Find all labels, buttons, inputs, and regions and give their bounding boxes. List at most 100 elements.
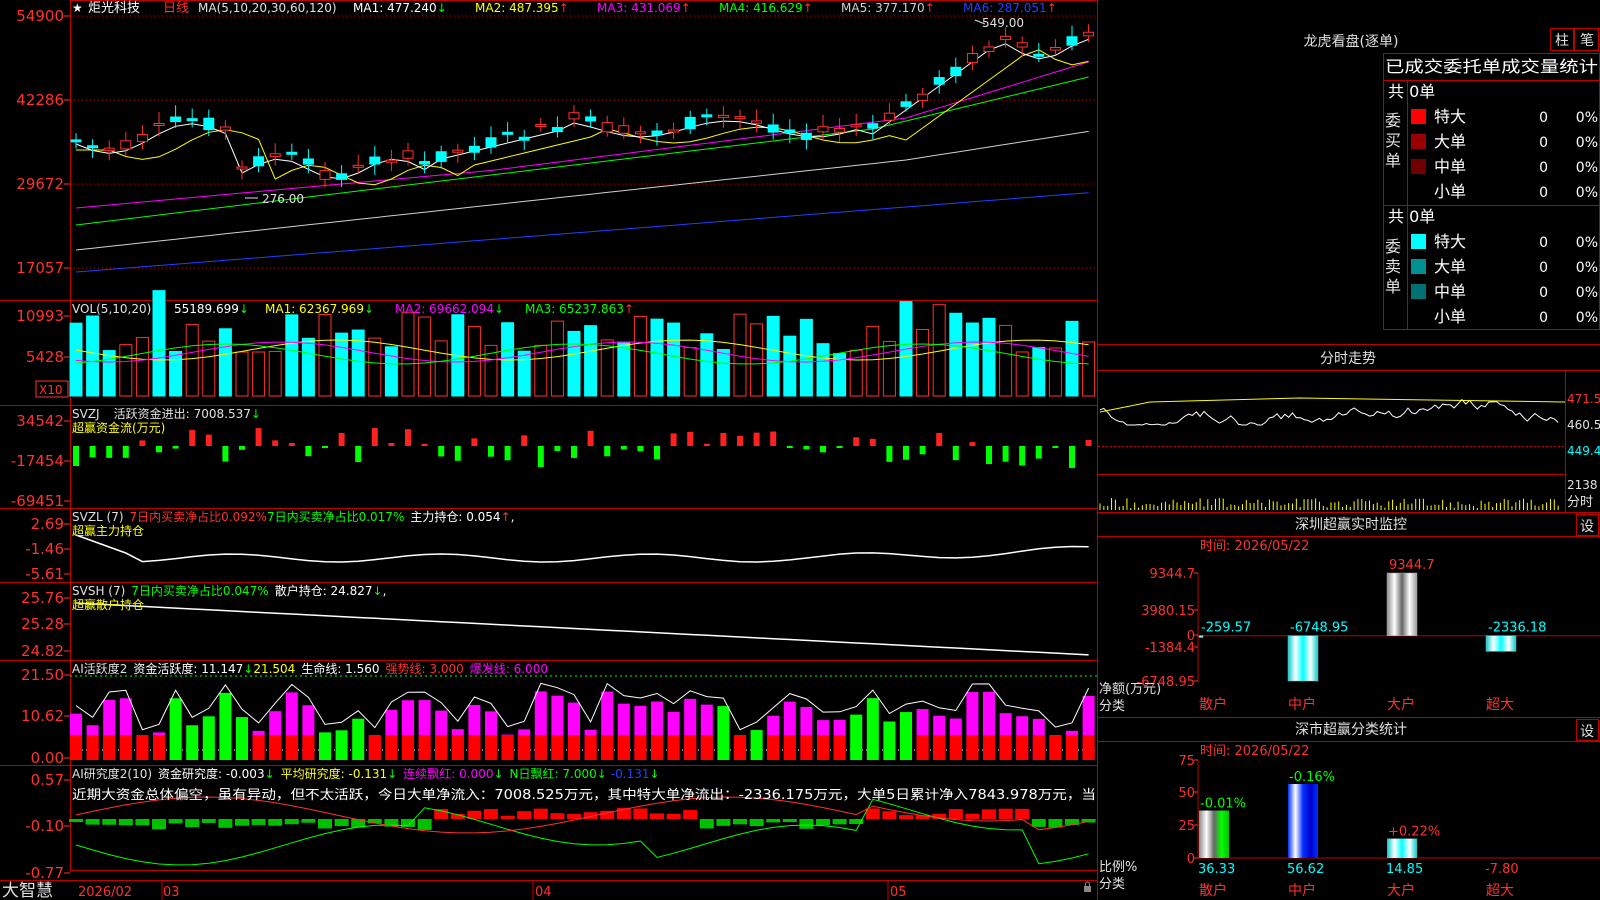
volume-bar (999, 324, 1013, 397)
flow-bar (670, 433, 677, 446)
activity-bar-base (651, 735, 663, 760)
candle (219, 126, 231, 131)
candle (850, 124, 862, 128)
activity-bar-base (119, 735, 132, 760)
classify-panel[interactable]: 深市超赢分类统计 设 时间: 2026/05/22 75 50 25 0 -0.01% 3… (1097, 717, 1600, 900)
price-y-axis: 54900 42286 29672 17057 (16, 7, 70, 277)
activity-bar-base (817, 735, 829, 760)
side-label: 委 (1385, 111, 1401, 130)
svzl-panel[interactable]: SVZL (7) 7日内买卖净占比0.092%7日内买卖净占比0.017% 主力持仓… (25, 509, 1089, 583)
svzj-y-axis: 34542 -17454 -69451 (11, 412, 70, 510)
volume-bar (982, 317, 996, 397)
y-tick-label: 0 (1187, 852, 1195, 867)
order-color-swatch (1411, 234, 1426, 249)
research-bar (85, 819, 100, 825)
candle (286, 151, 298, 155)
activity-bar (883, 721, 896, 760)
research-line (75, 798, 1089, 866)
volume-bar (633, 315, 647, 397)
holding-line (75, 602, 1089, 656)
flow-bar (122, 446, 129, 458)
buy-orders: 共 0单委买单 特大 0 0% 大单 0 0% 中单 0 0% 小单 0 0% (1385, 82, 1598, 201)
flow-bar (737, 435, 743, 446)
volume-bar (700, 333, 714, 397)
activity-bar (335, 730, 348, 760)
y-tick-label: 24.82 (21, 642, 64, 660)
vol-title: VOL(5,10,20) (72, 302, 151, 316)
y-tick-label: 0.00 (31, 749, 64, 767)
order-count: 0 (1539, 285, 1548, 301)
intraday-panel[interactable]: 分时走势 471.5 460.5 449.4 2138 分时 (1097, 344, 1600, 513)
candle (834, 127, 846, 133)
volume-bar (301, 337, 315, 397)
candle (867, 123, 879, 129)
monitor-ylabel: 净额(万元) (1099, 682, 1161, 697)
app-brand[interactable]: 大智慧 (2, 881, 53, 900)
bar-change-label: -0.16% (1289, 770, 1335, 785)
bar (1198, 635, 1204, 638)
holding-line (75, 534, 1089, 563)
dragon-panel[interactable]: 龙虎看盘(逐单) 柱 笔 已成交委托单成交量统计 共 0单委买单特大 0 0%大单 0… (1304, 28, 1600, 331)
y-tick-label: -69451 (11, 492, 64, 510)
flow-bar (156, 446, 162, 453)
volume-bar (1048, 347, 1062, 397)
candle (385, 159, 397, 163)
research-bar (998, 808, 1013, 819)
flow-bar (1019, 446, 1026, 466)
price-panel[interactable]: ★ 炬光科技 日线 MA(5,10,20,30,60,120) MA1: 477… (16, 1, 1097, 277)
svzj-panel[interactable]: SVZJ 活跃资金进出: 7008.537↓ 超赢资金流(万元) 34542 -174… (11, 406, 1092, 510)
intraday-unit: 分时 (1567, 495, 1593, 510)
activity-bar-base (269, 735, 282, 760)
monitor-panel[interactable]: 深圳超赢实时监控 设 时间: 2026/05/22 9344.73980.150… (1097, 512, 1600, 715)
left-frames (0, 0, 1098, 900)
research-bar (666, 813, 681, 819)
flow-bar (521, 435, 528, 446)
svsh-line (75, 602, 1089, 656)
candle (734, 116, 746, 120)
price-candles[interactable] (70, 24, 1095, 188)
research-bar (268, 819, 283, 826)
svsh-panel[interactable]: SVSH (7) 7日内买卖净占比0.047% 散户持仓: 24.827↓, 超赢散… (21, 583, 1089, 660)
activity-bar-base (485, 735, 497, 760)
flow-bar (537, 446, 544, 468)
flow-bar (106, 446, 113, 458)
candle (601, 122, 613, 133)
order-percent: 0% (1576, 235, 1598, 251)
ai-research-panel[interactable]: AI研究度2(10) 资金研究度: -0.003↓ 平均研究度: -0.131↓ 连续… (25, 766, 1096, 882)
research-bar (235, 819, 249, 826)
ma-value: MA2: 487.395↑ (475, 1, 569, 15)
activity-bar (900, 712, 912, 760)
activity-bar-base (933, 735, 946, 760)
y-tick-label: 25.76 (21, 589, 64, 607)
y-tick-label: 9344.7 (1150, 567, 1196, 582)
activity-bar (186, 725, 199, 760)
activity-bar-base (1066, 735, 1078, 760)
candle (917, 93, 929, 101)
activity-bar-base (1049, 735, 1062, 760)
volume-panel[interactable]: VOL(5,10,20) 55189.699↓ MA1: 62367.969↓ M… (16, 290, 1096, 398)
svsh-subtitle: 超赢散户持仓 (72, 597, 144, 612)
activity-bar-base (435, 735, 448, 760)
intraday-price-mid: 460.5 (1567, 418, 1600, 432)
flow-bar (853, 437, 860, 446)
side-label: 单 (1385, 277, 1401, 296)
lock-icon[interactable] (1084, 886, 1091, 892)
ma-value: MA6: 287.051↑ (963, 1, 1057, 15)
svzl-line (75, 534, 1089, 563)
monitor-title: 深圳超赢实时监控 (1295, 516, 1407, 533)
order-percent: 0% (1576, 260, 1598, 276)
activity-bar-base (1016, 735, 1029, 760)
price-header: ★ 炬光科技 日线 MA(5,10,20,30,60,120) MA1: 477… (72, 1, 1057, 16)
flow-bar (587, 430, 594, 446)
period-label[interactable]: 日线 (163, 1, 189, 16)
stock-name[interactable]: 炬光科技 (88, 1, 140, 16)
activity-bar (850, 714, 863, 760)
volume-bar (550, 320, 564, 397)
candle (70, 139, 82, 143)
volume-bar (667, 322, 681, 397)
bar-value-label: 56.62 (1287, 862, 1324, 877)
activity-bar-base (1032, 735, 1045, 760)
volume-bar (1065, 320, 1079, 397)
volume-bar (916, 328, 930, 397)
ai-active-panel[interactable]: AI活跃度2 资金活跃度: 11.147↓21.504 生命线: 1.560 强势线:… (21, 661, 1097, 767)
